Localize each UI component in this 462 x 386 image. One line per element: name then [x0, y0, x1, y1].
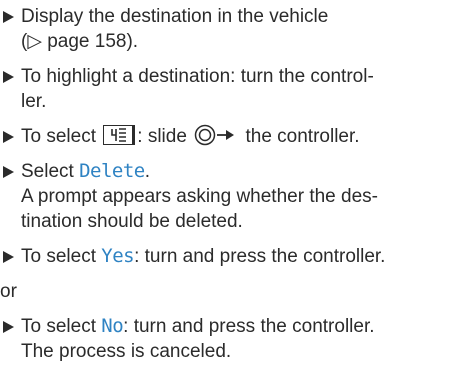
instruction-page: Display the destination in the vehicle (… — [0, 0, 462, 386]
step-prefix: To select — [21, 246, 96, 267]
step-result-text: The process is canceled. — [21, 341, 232, 362]
step-bullet-icon — [2, 314, 16, 339]
step-result-text-continued: tination should be deleted. — [21, 211, 243, 232]
step-bullet-icon — [2, 64, 16, 89]
step-suffix: : turn and press the controller. — [123, 316, 375, 337]
step-suffix: : turn and press the controller. — [134, 246, 386, 267]
step-middle: : slide — [137, 126, 187, 147]
step-prefix: To select — [21, 316, 96, 337]
step-suffix: . — [144, 161, 151, 182]
step-text: Display the destination in the vehicle — [21, 6, 329, 27]
step-suffix: the controller. — [245, 126, 360, 147]
menu-option-no: No — [101, 315, 124, 337]
page-reference: (▷ page 158). — [21, 31, 139, 52]
step-bullet-icon — [2, 159, 16, 184]
step-text-continued: ler. — [21, 91, 47, 112]
step-bullet-icon — [2, 124, 16, 149]
step-bullet-icon — [2, 4, 16, 29]
step-prefix: Select — [21, 161, 74, 182]
menu-option-yes: Yes — [101, 245, 135, 267]
menu-option-delete: Delete — [79, 160, 145, 182]
step-bullet-icon — [2, 244, 16, 269]
menu-list-icon — [103, 125, 136, 145]
controller-slide-right-icon — [194, 124, 238, 146]
step-result-text: A prompt appears asking whether the des- — [21, 186, 378, 207]
alternative-label: or — [0, 281, 17, 302]
step-prefix: To select — [21, 126, 96, 147]
step-text: To highlight a destination: turn the con… — [21, 66, 374, 87]
